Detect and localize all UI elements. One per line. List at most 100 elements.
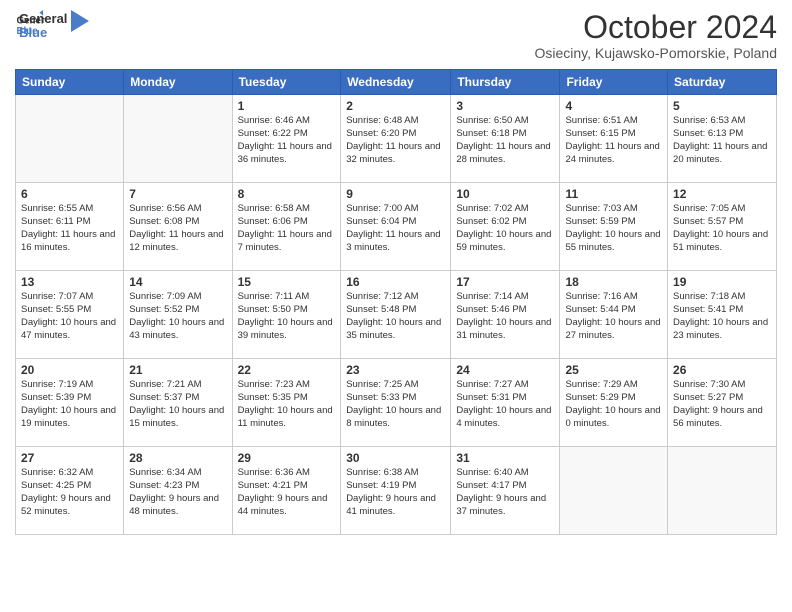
day-number: 31	[456, 451, 554, 465]
day-number: 4	[565, 99, 662, 113]
day-number: 13	[21, 275, 118, 289]
week-row-5: 27 Sunrise: 6:32 AM Sunset: 4:25 PM Dayli…	[16, 447, 777, 535]
day-info: Sunrise: 7:05 AM Sunset: 5:57 PM Dayligh…	[673, 203, 771, 254]
day-number: 15	[238, 275, 336, 289]
day-cell: 14 Sunrise: 7:09 AM Sunset: 5:52 PM Dayli…	[124, 271, 232, 359]
day-info: Sunrise: 7:00 AM Sunset: 6:04 PM Dayligh…	[346, 203, 445, 254]
day-cell: 28Sunrise: 6:34 AM Sunset: 4:23 PM Dayli…	[124, 447, 232, 535]
day-number: 22	[238, 363, 336, 377]
day-number: 16	[346, 275, 445, 289]
day-info: Sunrise: 7:02 AM Sunset: 6:02 PM Dayligh…	[456, 203, 554, 254]
week-row-3: 13Sunrise: 7:07 AM Sunset: 5:55 PM Dayli…	[16, 271, 777, 359]
day-cell: 2Sunrise: 6:48 AM Sunset: 6:20 PM Daylig…	[341, 95, 451, 183]
day-cell: 29Sunrise: 6:36 AM Sunset: 4:21 PM Dayli…	[232, 447, 341, 535]
day-info: Sunrise: 7:14 AM Sunset: 5:46 PM Dayligh…	[456, 291, 554, 342]
day-info: Sunrise: 7:12 AM Sunset: 5:48 PM Dayligh…	[346, 291, 445, 342]
day-cell: 12 Sunrise: 7:05 AM Sunset: 5:57 PM Dayli…	[668, 183, 777, 271]
day-cell: 11Sunrise: 7:03 AM Sunset: 5:59 PM Dayli…	[560, 183, 668, 271]
day-number: 14	[129, 275, 226, 289]
day-cell: 8 Sunrise: 6:58 AM Sunset: 6:06 PM Daylig…	[232, 183, 341, 271]
day-info: Sunrise: 6:38 AM Sunset: 4:19 PM Dayligh…	[346, 467, 445, 518]
day-cell: 9 Sunrise: 7:00 AM Sunset: 6:04 PM Daylig…	[341, 183, 451, 271]
day-info: Sunrise: 6:51 AM Sunset: 6:15 PM Dayligh…	[565, 115, 662, 166]
day-number: 1	[238, 99, 336, 113]
day-cell: 23Sunrise: 7:25 AM Sunset: 5:33 PM Dayli…	[341, 359, 451, 447]
day-cell: 26 Sunrise: 7:30 AM Sunset: 5:27 PM Dayli…	[668, 359, 777, 447]
day-info: Sunrise: 6:55 AM Sunset: 6:11 PM Dayligh…	[21, 203, 118, 254]
logo-line1: General	[19, 12, 67, 26]
week-row-2: 6Sunrise: 6:55 AM Sunset: 6:11 PM Daylig…	[16, 183, 777, 271]
page: General Blue General Blue October 2024 O…	[0, 0, 792, 612]
day-number: 24	[456, 363, 554, 377]
day-cell: 3Sunrise: 6:50 AM Sunset: 6:18 PM Daylig…	[451, 95, 560, 183]
day-cell: 5Sunrise: 6:53 AM Sunset: 6:13 PM Daylig…	[668, 95, 777, 183]
day-cell: 15 Sunrise: 7:11 AM Sunset: 5:50 PM Dayli…	[232, 271, 341, 359]
day-info: Sunrise: 6:36 AM Sunset: 4:21 PM Dayligh…	[238, 467, 336, 518]
day-cell: 1Sunrise: 6:46 AM Sunset: 6:22 PM Daylig…	[232, 95, 341, 183]
day-number: 20	[21, 363, 118, 377]
day-number: 8	[238, 187, 336, 201]
week-row-4: 20 Sunrise: 7:19 AM Sunset: 5:39 PM Dayli…	[16, 359, 777, 447]
day-cell	[124, 95, 232, 183]
day-cell: 19Sunrise: 7:18 AM Sunset: 5:41 PM Dayli…	[668, 271, 777, 359]
day-cell	[560, 447, 668, 535]
day-number: 2	[346, 99, 445, 113]
day-number: 26	[673, 363, 771, 377]
day-cell	[16, 95, 124, 183]
col-monday: Monday	[124, 70, 232, 95]
col-tuesday: Tuesday	[232, 70, 341, 95]
day-info: Sunrise: 7:11 AM Sunset: 5:50 PM Dayligh…	[238, 291, 336, 342]
main-title: October 2024	[534, 10, 777, 45]
day-info: Sunrise: 6:58 AM Sunset: 6:06 PM Dayligh…	[238, 203, 336, 254]
week-row-1: 1Sunrise: 6:46 AM Sunset: 6:22 PM Daylig…	[16, 95, 777, 183]
day-info: Sunrise: 7:25 AM Sunset: 5:33 PM Dayligh…	[346, 379, 445, 430]
day-number: 10	[456, 187, 554, 201]
day-info: Sunrise: 6:50 AM Sunset: 6:18 PM Dayligh…	[456, 115, 554, 166]
calendar-table: Sunday Monday Tuesday Wednesday Thursday…	[15, 69, 777, 535]
day-info: Sunrise: 7:09 AM Sunset: 5:52 PM Dayligh…	[129, 291, 226, 342]
logo-line2: Blue	[19, 26, 67, 40]
day-number: 9	[346, 187, 445, 201]
day-number: 17	[456, 275, 554, 289]
title-area: October 2024 Osieciny, Kujawsko-Pomorski…	[534, 10, 777, 61]
day-info: Sunrise: 7:30 AM Sunset: 5:27 PM Dayligh…	[673, 379, 771, 430]
day-number: 18	[565, 275, 662, 289]
day-number: 25	[565, 363, 662, 377]
day-cell: 17 Sunrise: 7:14 AM Sunset: 5:46 PM Dayli…	[451, 271, 560, 359]
day-info: Sunrise: 6:56 AM Sunset: 6:08 PM Dayligh…	[129, 203, 226, 254]
day-number: 21	[129, 363, 226, 377]
day-info: Sunrise: 7:19 AM Sunset: 5:39 PM Dayligh…	[21, 379, 118, 430]
header: General Blue General Blue October 2024 O…	[15, 10, 777, 61]
day-cell	[668, 447, 777, 535]
day-info: Sunrise: 7:29 AM Sunset: 5:29 PM Dayligh…	[565, 379, 662, 430]
day-number: 19	[673, 275, 771, 289]
day-cell: 27 Sunrise: 6:32 AM Sunset: 4:25 PM Dayli…	[16, 447, 124, 535]
day-cell: 4 Sunrise: 6:51 AM Sunset: 6:15 PM Daylig…	[560, 95, 668, 183]
logo: General Blue General Blue	[15, 10, 89, 41]
day-cell: 22 Sunrise: 7:23 AM Sunset: 5:35 PM Dayli…	[232, 359, 341, 447]
day-number: 27	[21, 451, 118, 465]
day-cell: 31Sunrise: 6:40 AM Sunset: 4:17 PM Dayli…	[451, 447, 560, 535]
day-cell: 10 Sunrise: 7:02 AM Sunset: 6:02 PM Dayli…	[451, 183, 560, 271]
day-cell: 7Sunrise: 6:56 AM Sunset: 6:08 PM Daylig…	[124, 183, 232, 271]
day-cell: 6Sunrise: 6:55 AM Sunset: 6:11 PM Daylig…	[16, 183, 124, 271]
day-info: Sunrise: 6:53 AM Sunset: 6:13 PM Dayligh…	[673, 115, 771, 166]
day-cell: 21Sunrise: 7:21 AM Sunset: 5:37 PM Dayli…	[124, 359, 232, 447]
day-info: Sunrise: 7:16 AM Sunset: 5:44 PM Dayligh…	[565, 291, 662, 342]
day-cell: 30 Sunrise: 6:38 AM Sunset: 4:19 PM Dayli…	[341, 447, 451, 535]
day-info: Sunrise: 6:32 AM Sunset: 4:25 PM Dayligh…	[21, 467, 118, 518]
day-cell: 20 Sunrise: 7:19 AM Sunset: 5:39 PM Dayli…	[16, 359, 124, 447]
logo-triangle-icon	[71, 10, 89, 32]
day-info: Sunrise: 6:34 AM Sunset: 4:23 PM Dayligh…	[129, 467, 226, 518]
header-row: Sunday Monday Tuesday Wednesday Thursday…	[16, 70, 777, 95]
day-cell: 18 Sunrise: 7:16 AM Sunset: 5:44 PM Dayli…	[560, 271, 668, 359]
col-saturday: Saturday	[668, 70, 777, 95]
day-cell: 25 Sunrise: 7:29 AM Sunset: 5:29 PM Dayli…	[560, 359, 668, 447]
day-number: 11	[565, 187, 662, 201]
day-cell: 16 Sunrise: 7:12 AM Sunset: 5:48 PM Dayli…	[341, 271, 451, 359]
day-number: 12	[673, 187, 771, 201]
col-thursday: Thursday	[451, 70, 560, 95]
subtitle: Osieciny, Kujawsko-Pomorskie, Poland	[534, 45, 777, 61]
day-info: Sunrise: 7:23 AM Sunset: 5:35 PM Dayligh…	[238, 379, 336, 430]
day-number: 30	[346, 451, 445, 465]
